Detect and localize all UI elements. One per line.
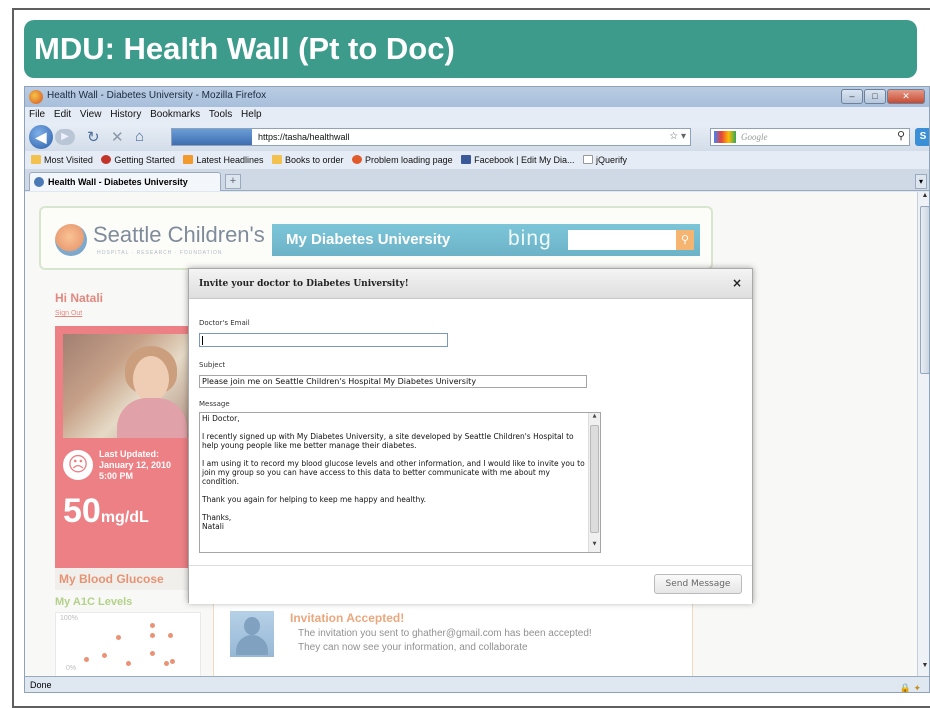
page-scrollbar[interactable]: ▲ ▼ — [917, 192, 929, 676]
menu-view[interactable]: View — [80, 107, 102, 123]
minimize-button[interactable]: – — [841, 89, 863, 104]
subject-label: Subject — [199, 361, 226, 369]
scroll-up-icon[interactable]: ▲ — [589, 413, 600, 423]
window-controls: – □ ✕ — [841, 89, 925, 104]
browser-window: Health Wall - Diabetes University - Mozi… — [24, 86, 930, 693]
tab-bar: Health Wall - Diabetes University + ▾ — [25, 169, 929, 191]
modal-footer: Send Message — [189, 565, 752, 604]
modal-header: Invite your doctor to Diabetes Universit… — [189, 269, 752, 299]
menu-edit[interactable]: Edit — [54, 107, 71, 123]
text-caret — [202, 336, 203, 345]
site-favicon-icon — [34, 177, 44, 187]
new-tab-button[interactable]: + — [225, 174, 241, 189]
status-text: Done — [30, 680, 52, 690]
url-text: https://tasha/healthwall — [258, 132, 350, 142]
bookmark-facebook[interactable]: Facebook | Edit My Dia... — [461, 151, 575, 169]
bookmark-icon — [31, 155, 41, 164]
search-placeholder: Google — [741, 132, 768, 142]
menu-bar: File Edit View History Bookmarks Tools H… — [25, 107, 929, 123]
tab-list-button[interactable]: ▾ — [915, 174, 927, 189]
facebook-icon — [461, 155, 472, 164]
invite-doctor-modal: Invite your doctor to Diabetes Universit… — [188, 268, 753, 604]
firefox-icon — [29, 90, 43, 104]
page-scroll-thumb[interactable] — [920, 206, 929, 374]
tab-health-wall[interactable]: Health Wall - Diabetes University — [29, 172, 221, 191]
url-bar[interactable]: https://tasha/healthwall ☆ ▾ — [171, 128, 691, 146]
message-label: Message — [199, 400, 230, 408]
modal-title: Invite your doctor to Diabetes Universit… — [199, 279, 409, 289]
subject-input[interactable]: Please join me on Seattle Children's Hos… — [199, 375, 587, 388]
slide-title: MDU: Health Wall (Pt to Doc) — [24, 20, 917, 78]
bookmark-latest-headlines[interactable]: Latest Headlines — [183, 151, 263, 169]
reload-icon[interactable]: ↻ — [87, 128, 100, 146]
page-icon — [583, 155, 594, 164]
rss-icon — [183, 155, 194, 164]
skype-addon-icon[interactable]: S — [915, 128, 929, 146]
bookmark-books-to-order[interactable]: Books to order — [272, 151, 344, 169]
menu-file[interactable]: File — [29, 107, 45, 123]
back-button[interactable]: ◀ — [29, 125, 53, 149]
window-title: Health Wall - Diabetes University - Mozi… — [47, 90, 267, 101]
bookmark-star-icon[interactable]: ☆ ▾ — [669, 129, 686, 145]
doctor-email-input[interactable] — [199, 333, 448, 347]
search-bar[interactable]: Google ⚲ — [710, 128, 910, 146]
search-engine-icon[interactable] — [714, 131, 736, 143]
message-text: Hi Doctor, I recently signed up with My … — [202, 414, 585, 531]
send-message-button[interactable]: Send Message — [654, 574, 742, 594]
site-identity-badge[interactable] — [172, 129, 252, 145]
close-window-button[interactable]: ✕ — [887, 89, 925, 104]
home-icon[interactable]: ⌂ — [135, 128, 144, 145]
slide: MDU: Health Wall (Pt to Doc) Health Wall… — [0, 0, 930, 708]
folder-icon — [272, 155, 282, 164]
close-icon[interactable]: × — [732, 276, 742, 290]
message-textarea[interactable]: Hi Doctor, I recently signed up with My … — [199, 412, 601, 553]
bookmarks-toolbar: Most Visited Getting Started Latest Head… — [25, 151, 929, 169]
bookmark-problem-loading[interactable]: Problem loading page — [352, 151, 453, 169]
navigation-toolbar: ◀ ▶ ↻ ✕ ⌂ https://tasha/healthwall ☆ ▾ G… — [25, 123, 929, 151]
menu-bookmarks[interactable]: Bookmarks — [150, 107, 200, 123]
scroll-down-icon[interactable]: ▼ — [589, 541, 600, 551]
stop-icon[interactable]: ✕ — [111, 128, 124, 146]
page-content: Seattle Children's HOSPITAL · RESEARCH ·… — [25, 192, 917, 676]
forward-button[interactable]: ▶ — [55, 129, 75, 145]
menu-history[interactable]: History — [110, 107, 141, 123]
maximize-button[interactable]: □ — [864, 89, 886, 104]
status-bar: Done 🔒 ✦ — [25, 676, 929, 693]
scroll-down-icon[interactable]: ▼ — [918, 662, 929, 674]
bookmark-icon — [352, 155, 363, 164]
window-titlebar: Health Wall - Diabetes University - Mozi… — [25, 87, 929, 107]
email-label: Doctor's Email — [199, 319, 250, 327]
bookmark-jquerify[interactable]: jQuerify — [583, 151, 627, 169]
menu-tools[interactable]: Tools — [209, 107, 232, 123]
tab-label: Health Wall - Diabetes University — [48, 177, 188, 187]
scroll-up-icon[interactable]: ▲ — [918, 192, 929, 204]
bookmark-most-visited[interactable]: Most Visited — [31, 151, 93, 169]
message-scrollbar[interactable]: ▲ ▼ — [588, 413, 600, 552]
scroll-thumb[interactable] — [590, 425, 599, 533]
menu-help[interactable]: Help — [241, 107, 262, 123]
bookmark-icon — [101, 155, 112, 164]
bookmark-getting-started[interactable]: Getting Started — [101, 151, 175, 169]
lock-icon: 🔒 ✦ — [899, 683, 921, 693]
search-icon[interactable]: ⚲ — [897, 128, 905, 144]
